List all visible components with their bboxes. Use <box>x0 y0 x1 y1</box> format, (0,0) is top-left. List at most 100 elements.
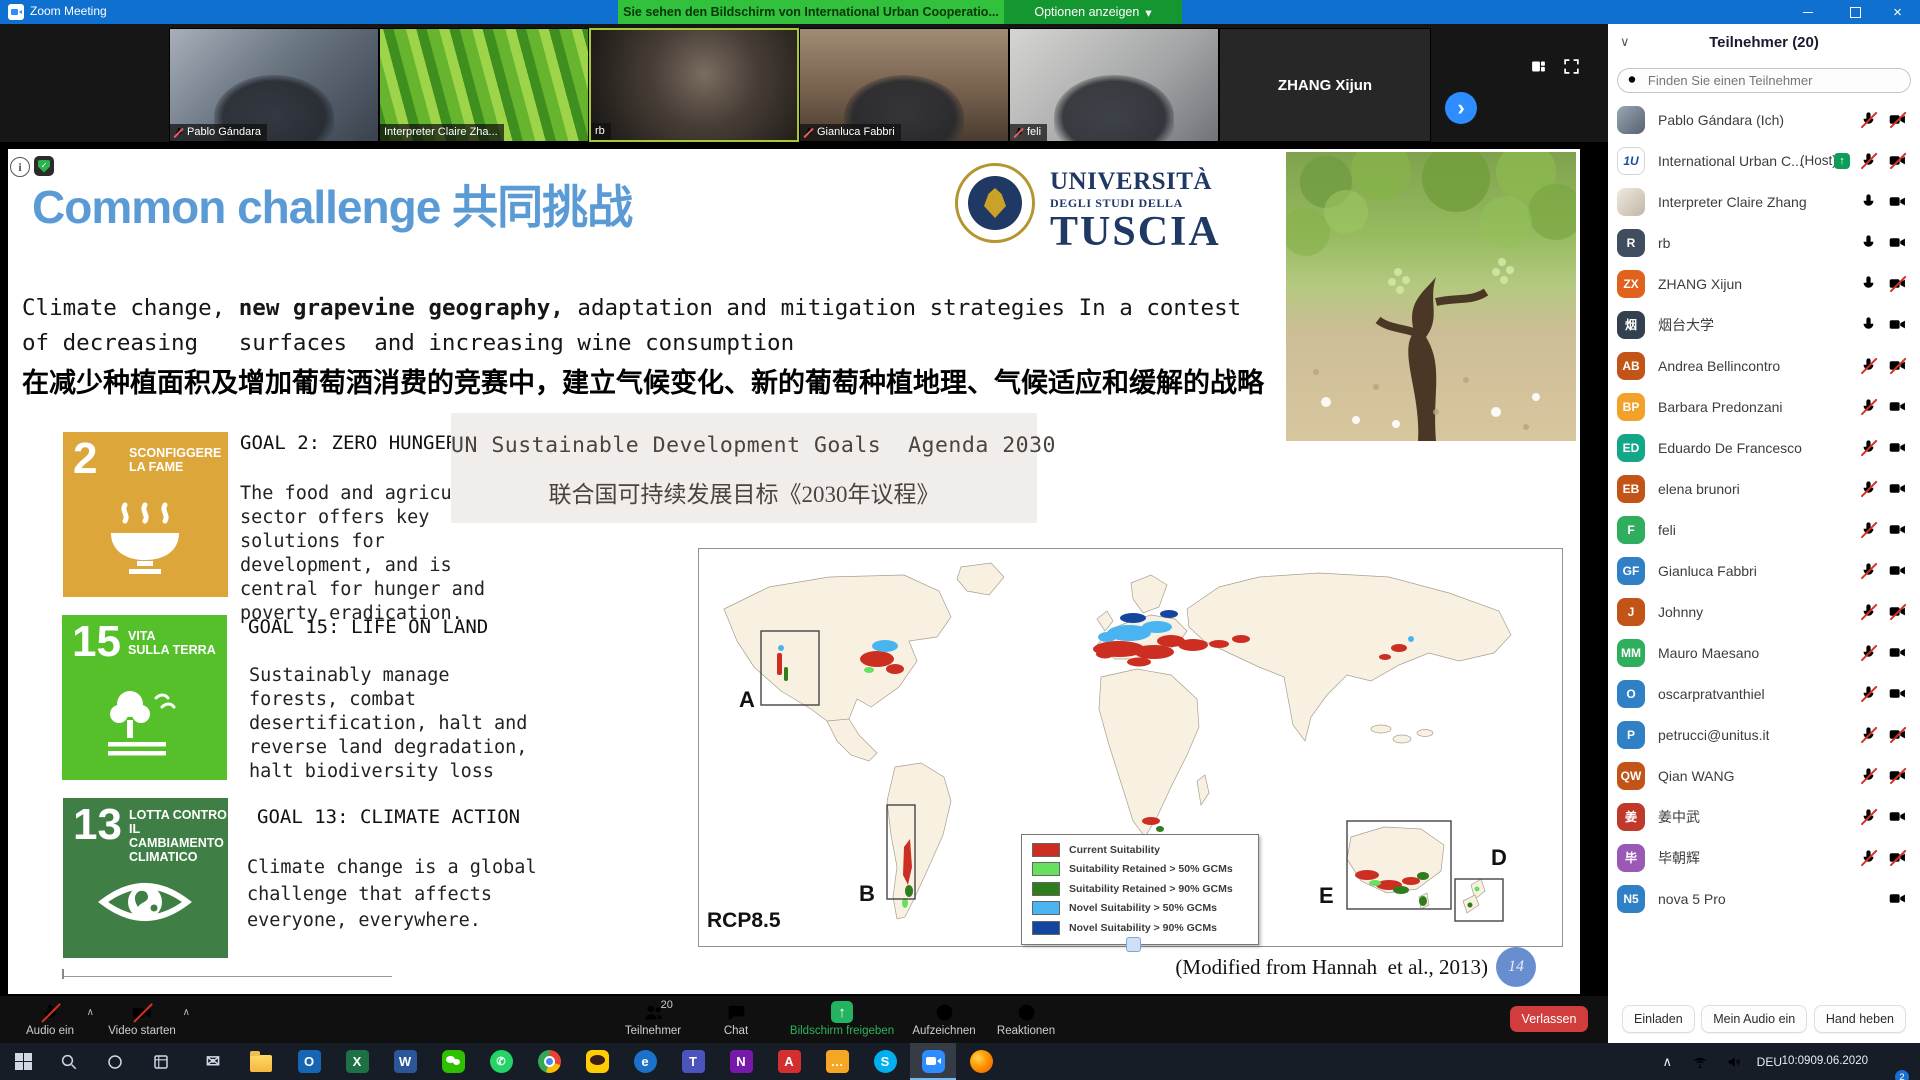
screen-sharing-badge: ↑ <box>1834 153 1850 169</box>
meeting-toolbar: Audio ein ∧ Video starten ∧ 20 Teilnehme… <box>0 996 1608 1043</box>
goal13-body-line: challenge that affects <box>247 884 492 905</box>
camera-icon <box>1889 111 1906 128</box>
avatar: GF <box>1617 557 1645 585</box>
chat-button[interactable]: Chat <box>703 999 769 1037</box>
participant-row[interactable]: 1U International Urban C... (Host) ↑ <box>1608 140 1920 181</box>
participant-name: feli <box>1658 522 1676 538</box>
participant-row[interactable]: GF Gianluca Fabbri <box>1608 550 1920 591</box>
participant-row[interactable]: R rb <box>1608 222 1920 263</box>
participant-name: Gianluca Fabbri <box>1658 563 1757 579</box>
next-participants-button[interactable]: › <box>1445 92 1477 124</box>
goal2-body-line: sector offers key <box>240 507 429 528</box>
participant-search[interactable] <box>1617 68 1911 93</box>
gallery-view-icon[interactable] <box>1530 58 1547 80</box>
participant-row[interactable]: AB Andrea Bellincontro <box>1608 345 1920 386</box>
participant-row[interactable]: Interpreter Claire Zhang <box>1608 181 1920 222</box>
share-screen-button[interactable]: ↑ Bildschirm freigeben <box>777 999 907 1037</box>
map-region-b: B <box>859 881 875 907</box>
avatar: ED <box>1617 434 1645 462</box>
sdg-label: LOTTA CONTROIL CAMBIAMENTOCLIMATICO <box>129 808 228 864</box>
avatar: MM <box>1617 639 1645 667</box>
video-options-caret[interactable]: ∧ <box>183 1007 190 1018</box>
mic-icon <box>1860 398 1877 415</box>
fullscreen-icon[interactable] <box>1563 58 1580 80</box>
camera-icon <box>1889 480 1906 497</box>
video-tile-pablo[interactable]: Pablo Gándara <box>169 28 379 142</box>
close-button[interactable]: × <box>1875 0 1920 24</box>
legend-drag-handle[interactable] <box>1126 937 1141 952</box>
participants-button[interactable]: 20 Teilnehmer <box>605 999 701 1037</box>
participant-row[interactable]: N5 nova 5 Pro <box>1608 878 1920 919</box>
camera-icon <box>1889 685 1906 702</box>
share-options-button[interactable]: Optionen anzeigen▾ <box>1004 0 1182 24</box>
info-icon[interactable]: i <box>10 157 30 177</box>
mic-icon <box>1860 480 1877 497</box>
mic-icon <box>1860 603 1877 620</box>
video-button[interactable]: Video starten ∧ <box>96 999 188 1037</box>
participant-name: Eduardo De Francesco <box>1658 440 1802 456</box>
goal15-heading: GOAL 15: LIFE ON LAND <box>248 616 488 638</box>
participant-row[interactable]: MM Mauro Maesano <box>1608 632 1920 673</box>
video-tile-claire[interactable]: Interpreter Claire Zha... <box>379 28 589 142</box>
camera-icon <box>1889 890 1906 907</box>
raise-hand-button[interactable]: Hand heben <box>1814 1005 1906 1033</box>
goal2-heading: GOAL 2: ZERO HUNGER <box>240 432 457 454</box>
participant-row[interactable]: EB elena brunori <box>1608 468 1920 509</box>
maximize-icon <box>1850 7 1861 18</box>
muted-mic-icon <box>174 127 184 137</box>
participant-row[interactable]: ED Eduardo De Francesco <box>1608 427 1920 468</box>
sdg-number: 13 <box>73 800 122 850</box>
audio-button[interactable]: Audio ein ∧ <box>8 999 92 1037</box>
search-input[interactable] <box>1646 72 1901 89</box>
slide-horizontal-scrollbar[interactable] <box>62 969 392 977</box>
invite-button[interactable]: Einladen <box>1622 1005 1695 1033</box>
camera-icon <box>1889 562 1906 579</box>
camera-icon <box>132 1003 152 1023</box>
maximize-button[interactable] <box>1833 0 1878 24</box>
participant-row[interactable]: 烟 烟台大学 <box>1608 304 1920 345</box>
participant-name: petrucci@unitus.it <box>1658 727 1769 743</box>
participant-row[interactable]: BP Barbara Predonzani <box>1608 386 1920 427</box>
participant-row[interactable]: Pablo Gándara (Ich) <box>1608 99 1920 140</box>
minimize-button[interactable] <box>1785 0 1830 24</box>
map-legend: Current Suitability Suitability Retained… <box>1021 834 1259 945</box>
participant-row[interactable]: 姜 姜中武 <box>1608 796 1920 837</box>
mic-icon <box>1860 808 1877 825</box>
legend-row: Suitability Retained > 50% GCMs <box>1022 860 1258 880</box>
avatar: ZX <box>1617 270 1645 298</box>
camera-icon <box>1889 316 1906 333</box>
video-tile-zhang-xijun[interactable]: ZHANG Xijun <box>1219 28 1431 142</box>
participant-row[interactable]: O oscarpratvanthiel <box>1608 673 1920 714</box>
leave-meeting-button[interactable]: Verlassen <box>1510 1006 1588 1032</box>
mic-icon <box>1860 152 1877 169</box>
goal15-body-line: halt biodiversity loss <box>249 761 494 782</box>
goal15-body-line: desertification, halt and <box>249 713 527 734</box>
window-title: Zoom Meeting <box>30 4 107 18</box>
video-tile-gianluca[interactable]: Gianluca Fabbri <box>799 28 1009 142</box>
reactions-button[interactable]: Reaktionen <box>993 999 1059 1037</box>
participant-row[interactable]: F feli <box>1608 509 1920 550</box>
participant-row[interactable]: J Johnny <box>1608 591 1920 632</box>
sdg-tile-15: 15 VITASULLA TERRA <box>62 615 227 780</box>
eye-globe-icon <box>95 862 195 942</box>
search-icon <box>1627 74 1639 87</box>
vineyard-photo <box>1286 152 1576 441</box>
participant-name: 姜中武 <box>1658 807 1700 827</box>
participant-row[interactable]: QW Qian WANG <box>1608 755 1920 796</box>
video-tile-rb[interactable]: rb <box>589 28 799 142</box>
unmute-my-audio-button[interactable]: Mein Audio ein <box>1701 1005 1807 1033</box>
audio-options-caret[interactable]: ∧ <box>87 1007 94 1018</box>
camera-icon <box>1889 357 1906 374</box>
record-button[interactable]: Aufzeichnen <box>897 999 991 1037</box>
mic-icon <box>1860 767 1877 784</box>
camera-icon <box>1889 193 1906 210</box>
muted-mic-icon <box>1014 127 1024 137</box>
video-tile-feli[interactable]: feli <box>1009 28 1219 142</box>
map-region-d: D <box>1491 845 1507 871</box>
sdg-tile-2: 2 SCONFIGGERELA FAME <box>63 432 228 597</box>
participant-row[interactable]: ZX ZHANG Xijun <box>1608 263 1920 304</box>
participant-row[interactable]: 毕 毕朝辉 <box>1608 837 1920 878</box>
participant-name: elena brunori <box>1658 481 1740 497</box>
notification-center-icon[interactable]: 2 <box>0 1043 1902 1080</box>
participant-row[interactable]: P petrucci@unitus.it <box>1608 714 1920 755</box>
